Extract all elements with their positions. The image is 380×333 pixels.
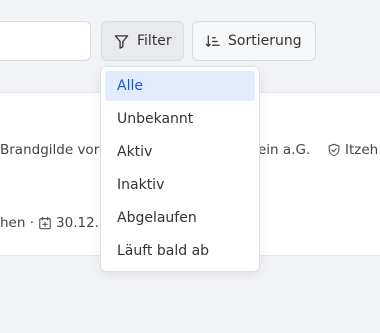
filter-button-label: Filter: [137, 33, 172, 49]
insurer-name-end: ein a.G.: [258, 142, 311, 158]
filter-option-abgelaufen[interactable]: Abgelaufen: [105, 203, 255, 233]
insurer-name-start: Brandgilde vor: [0, 142, 100, 158]
location: Itzeh: [327, 142, 378, 158]
meta-line: hen · 30.12.2: [0, 215, 108, 231]
funnel-icon: [114, 34, 129, 49]
sort-lines-icon: [205, 34, 220, 47]
filter-option-aktiv[interactable]: Aktiv: [105, 137, 255, 167]
filter-option-laeuft-bald-ab[interactable]: Läuft bald ab: [105, 236, 255, 266]
sort-button[interactable]: Sortierung: [192, 21, 316, 61]
filter-option-inaktiv[interactable]: Inaktiv: [105, 170, 255, 200]
filter-option-alle[interactable]: Alle: [105, 71, 255, 101]
shield-icon: [328, 143, 340, 157]
filter-button[interactable]: Filter: [101, 21, 184, 61]
filter-option-unbekannt[interactable]: Unbekannt: [105, 104, 255, 134]
sort-button-label: Sortierung: [228, 33, 302, 49]
filter-dropdown-menu: Alle Unbekannt Aktiv Inaktiv Abgelaufen …: [100, 66, 260, 272]
calendar-plus-icon: [39, 216, 51, 230]
search-input[interactable]: [0, 21, 91, 61]
